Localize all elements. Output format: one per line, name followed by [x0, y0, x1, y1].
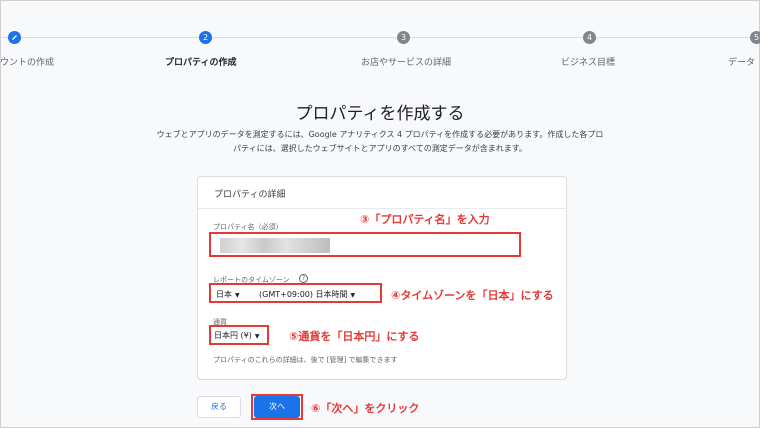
progress-stepper: ウントの作成 2 プロパティの作成 3 お店やサービスの詳細 4 ビジネス目標 … — [0, 0, 760, 80]
card-title: プロパティの詳細 — [214, 190, 286, 200]
step-4-dot: 4 — [583, 31, 596, 44]
stepper-line — [0, 37, 760, 38]
annotation-step-5: ⑤通貨を「日本円」にする — [289, 330, 420, 343]
step-1-label: ウントの作成 — [0, 58, 55, 68]
next-button[interactable]: 次へ — [254, 396, 300, 418]
step-3-label: お店やサービスの詳細 — [361, 58, 452, 68]
back-button[interactable]: 戻る — [197, 396, 241, 418]
card-divider — [198, 208, 566, 209]
highlight-property-name — [209, 232, 521, 257]
step-5-label: データ — [728, 58, 756, 68]
page-description: ウェブとアプリのデータを測定するには、Google アナリティクス 4 プロパテ… — [156, 130, 604, 153]
step-3-dot: 3 — [397, 31, 410, 44]
help-icon[interactable]: ? — [299, 274, 308, 283]
step-5-dot: 5 — [750, 31, 760, 44]
highlight-currency — [209, 325, 269, 345]
property-name-label: プロパティ名（必須） — [213, 223, 283, 231]
annotation-step-3: ③「プロパティ名」を入力 — [360, 213, 490, 226]
edit-later-note: プロパティのこれらの詳細は、後で [管理] で編集できます — [213, 356, 398, 364]
step-4-label: ビジネス目標 — [561, 58, 616, 68]
annotation-step-6: ⑥「次へ」をクリック — [311, 402, 420, 415]
step-1-done — [8, 31, 21, 44]
step-2-dot: 2 — [199, 31, 212, 44]
highlight-timezone — [209, 283, 382, 303]
page-title: プロパティを作成する — [295, 104, 465, 124]
annotation-step-4: ④タイムゾーンを「日本」にする — [391, 289, 554, 302]
pencil-icon — [12, 35, 17, 40]
step-2-label: プロパティの作成 — [165, 58, 237, 68]
